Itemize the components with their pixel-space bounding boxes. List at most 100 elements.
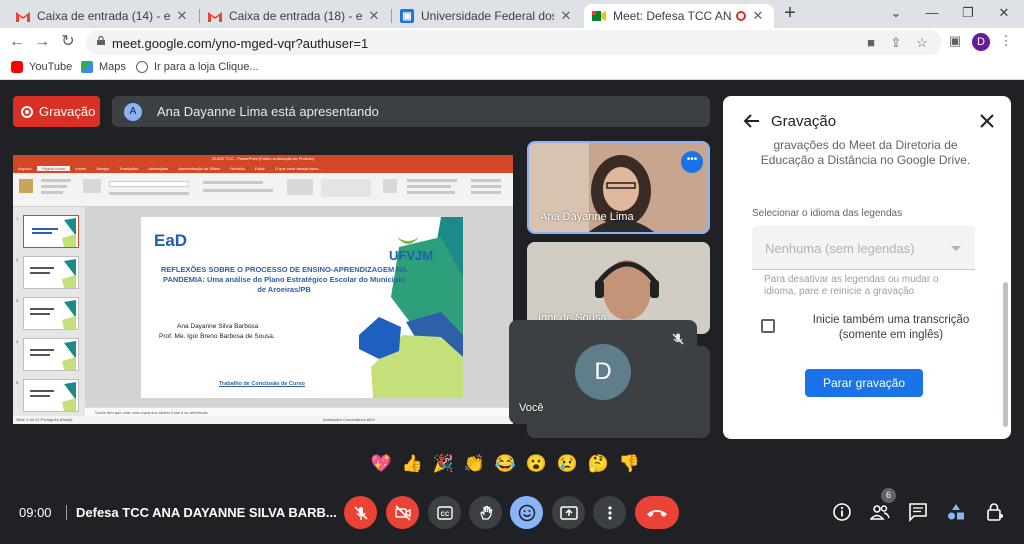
- chrome-menu-icon[interactable]: ⋮: [998, 33, 1014, 49]
- ufvjm-logo-mark-icon: [397, 237, 419, 244]
- browser-tab-gmail-2[interactable]: Caixa de entrada (18) - ead@ufvj ✕: [200, 4, 390, 28]
- reaction-thumbs-down[interactable]: 👎: [614, 448, 645, 480]
- slide-author: Ana Dayanne Silva Barbosa: [177, 323, 259, 330]
- camera-off-icon: [394, 504, 411, 521]
- slide-advisor: Prof. Me. Igor Breno Barbosa de Sousa.: [159, 333, 275, 340]
- browser-tab-gmail-1[interactable]: Caixa de entrada (14) - ensino_te ✕: [8, 4, 198, 28]
- caption-language-select[interactable]: Nenhuma (sem legendas): [752, 226, 975, 270]
- reaction-laugh[interactable]: 😂: [490, 448, 521, 480]
- present-screen-button[interactable]: [552, 496, 585, 529]
- presenter-avatar: A: [124, 102, 142, 121]
- powerpoint-status-bar: Slide 1 de 21 Português (Brasil) Anotaçõ…: [13, 416, 513, 424]
- present-screen-icon: [559, 505, 578, 520]
- participant-name: Ana Dayanne Lima: [540, 211, 634, 223]
- reaction-party[interactable]: 🎉: [428, 448, 459, 480]
- maximize-button[interactable]: ❐: [950, 4, 986, 22]
- bookmark-youtube[interactable]: YouTube: [11, 61, 72, 73]
- browser-tab-strip: Caixa de entrada (14) - ensino_te ✕ Caix…: [0, 0, 1024, 28]
- reaction-surprised[interactable]: 😮: [521, 448, 552, 480]
- bookmarks-bar: YouTube Maps Ir para a loja Clique...: [0, 56, 1024, 80]
- slide-thumbnails: 1 2 3 4 5: [13, 207, 85, 416]
- recording-button[interactable]: Gravação: [13, 96, 100, 127]
- slide-notes: Vocês têm que criar uma cópia dos slides…: [85, 407, 513, 416]
- info-icon: [833, 503, 851, 521]
- presenter-text: Ana Dayanne Lima está apresentando: [157, 104, 379, 119]
- browser-toolbar: ← → ↻ meet.google.com/yno-mged-vqr?authu…: [0, 28, 1024, 56]
- reaction-thinking[interactable]: 🤔: [583, 448, 614, 480]
- bookmark-maps[interactable]: Maps: [81, 61, 126, 73]
- recording-indicator-icon: [736, 11, 746, 21]
- mic-off-icon: [353, 505, 368, 520]
- reaction-clap[interactable]: 👏: [459, 448, 490, 480]
- more-options-icon[interactable]: •••: [681, 151, 703, 173]
- bookmark-star-icon[interactable]: ☆: [914, 35, 930, 51]
- transcript-label: Inicie também uma transcrição (somente e…: [812, 314, 970, 341]
- profile-avatar[interactable]: D: [972, 33, 990, 51]
- mic-toggle-button[interactable]: [344, 496, 377, 529]
- chat-button[interactable]: [907, 501, 929, 523]
- reaction-sad[interactable]: 😢: [552, 448, 583, 480]
- new-tab-button[interactable]: +: [781, 3, 799, 24]
- emoji-reactions-button[interactable]: [510, 496, 543, 529]
- more-options-button[interactable]: [593, 496, 626, 529]
- slide-editor: EaD UFVJM REFLEXÕES SOBRE O PROCESSO DE …: [85, 207, 513, 416]
- close-tab-icon[interactable]: ✕: [750, 8, 766, 24]
- tab-search-icon[interactable]: ⌄: [878, 4, 914, 22]
- reaction-heart[interactable]: 💖: [366, 448, 397, 480]
- slide-thumbnail[interactable]: 3: [16, 297, 79, 330]
- minimize-button[interactable]: —: [914, 4, 950, 22]
- close-window-button[interactable]: ✕: [986, 4, 1022, 22]
- transcript-checkbox[interactable]: [761, 319, 775, 333]
- powerpoint-title-bar: GUIDE TCC - PowerPoint (Falha na Ativaçã…: [13, 155, 513, 163]
- meeting-details-button[interactable]: [831, 501, 853, 523]
- meet-icon: [592, 9, 606, 23]
- ead-logo: EaD: [154, 231, 188, 250]
- powerpoint-ribbon-tabs: Arquivo Página Inicial Inserir Design Tr…: [13, 163, 513, 173]
- divider: [66, 505, 67, 520]
- slide-thumbnail[interactable]: 4: [16, 338, 79, 371]
- panel-description: gravações do Meet da Diretoria de Educaç…: [760, 138, 971, 167]
- address-bar[interactable]: meet.google.com/yno-mged-vqr?authuser=1 …: [86, 30, 942, 55]
- camera-toggle-button[interactable]: [386, 496, 419, 529]
- close-tab-icon[interactable]: ✕: [558, 8, 574, 24]
- maps-icon: [81, 61, 93, 73]
- close-icon[interactable]: [978, 112, 996, 130]
- reaction-thumbs-up[interactable]: 👍: [397, 448, 428, 480]
- captions-button[interactable]: CC: [428, 496, 461, 529]
- reactions-bar: 💖 👍 🎉 👏 😂 😮 😢 🤔 👎: [366, 448, 645, 480]
- svg-text:CC: CC: [440, 512, 449, 518]
- close-tab-icon[interactable]: ✕: [174, 8, 190, 24]
- reload-icon[interactable]: ↻: [58, 32, 78, 52]
- side-panel-icon[interactable]: ▣: [947, 33, 963, 49]
- close-tab-icon[interactable]: ✕: [366, 8, 382, 24]
- browser-tab-meet[interactable]: Meet: Defesa TCC ANA DAYA ✕: [584, 4, 774, 28]
- back-icon[interactable]: ←: [7, 32, 27, 52]
- stop-recording-button[interactable]: Parar gravação: [805, 369, 923, 397]
- hang-up-icon: [647, 509, 667, 517]
- url-text: meet.google.com/yno-mged-vqr?authuser=1: [112, 36, 369, 51]
- camera-in-use-icon[interactable]: ■: [863, 35, 879, 51]
- slide-thumbnail[interactable]: 5: [16, 379, 79, 412]
- self-view-tile[interactable]: D Você: [509, 320, 697, 424]
- leave-call-button[interactable]: [635, 496, 679, 529]
- people-button[interactable]: [869, 501, 891, 523]
- back-arrow-icon[interactable]: [743, 112, 761, 130]
- browser-tab-ufvjm[interactable]: ▣ Universidade Federal dos Vales d ✕: [392, 4, 582, 28]
- raise-hand-button[interactable]: [469, 496, 502, 529]
- meeting-title: Defesa TCC ANA DAYANNE SILVA BARB...: [76, 505, 337, 520]
- ufvjm-logo: UFVJM: [389, 237, 433, 265]
- panel-scrollbar[interactable]: [1003, 282, 1008, 427]
- slide-footer: Trabalho de Conclusão de Curso: [219, 381, 305, 387]
- host-controls-button[interactable]: [984, 501, 1006, 523]
- current-slide: EaD UFVJM REFLEXÕES SOBRE O PROCESSO DE …: [141, 217, 463, 398]
- share-icon[interactable]: ⇪: [888, 35, 904, 51]
- people-icon: [870, 505, 890, 520]
- lock-icon: [97, 36, 105, 45]
- participant-tile-ana[interactable]: ••• Ana Dayanne Lima: [527, 141, 710, 234]
- slide-thumbnail[interactable]: 1: [16, 215, 79, 248]
- activities-button[interactable]: [945, 501, 967, 523]
- slide-thumbnail[interactable]: 2: [16, 256, 79, 289]
- youtube-icon: [11, 61, 23, 73]
- bookmark-loja[interactable]: Ir para a loja Clique...: [136, 61, 259, 73]
- forward-icon[interactable]: →: [32, 32, 52, 52]
